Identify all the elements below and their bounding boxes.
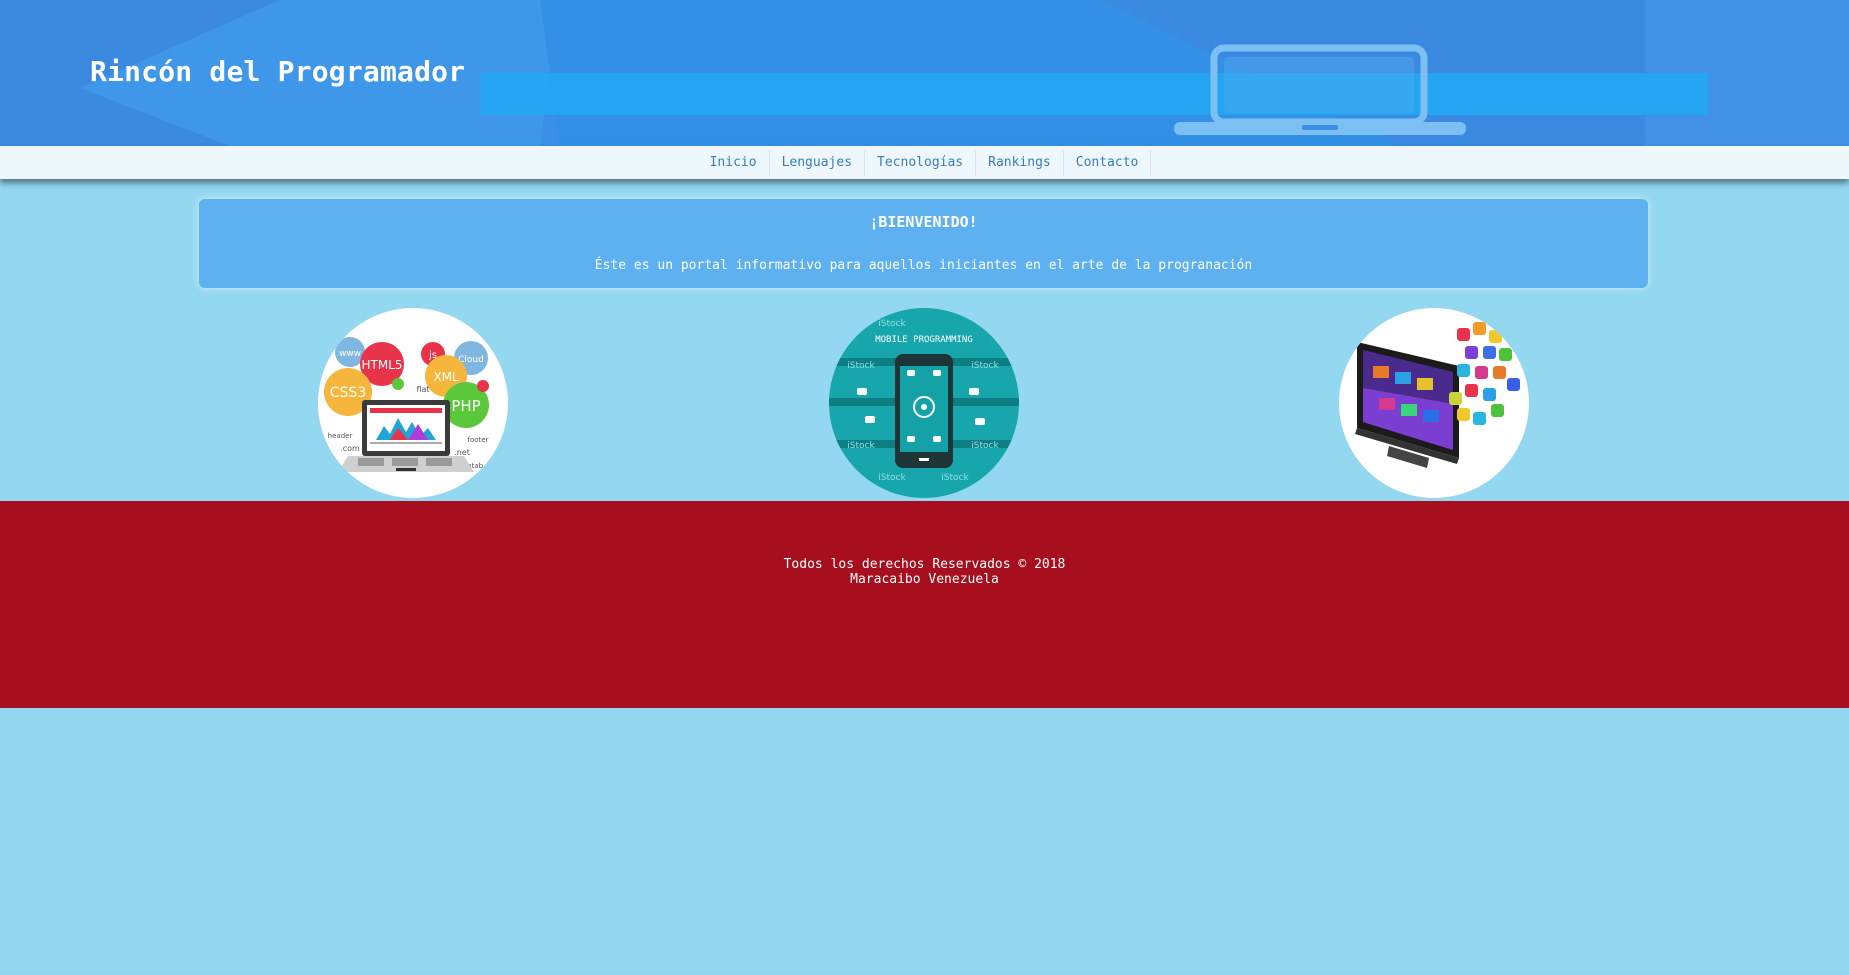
- tag-css3: CSS3: [330, 385, 366, 401]
- footer-location: Maracaibo Venezuela: [850, 572, 999, 587]
- nav-item-tecnologias[interactable]: Tecnologías: [865, 149, 977, 176]
- site-footer: Todos los derechos Reservados © 2018 Mar…: [0, 501, 1849, 708]
- tag-com: .com: [340, 444, 360, 453]
- banner-strip: [481, 73, 1708, 115]
- laptop-icon: [1174, 44, 1466, 135]
- tag-php: PHP: [451, 397, 480, 415]
- tag-header: header: [328, 432, 353, 440]
- nav-item-contacto[interactable]: Contacto: [1064, 149, 1152, 176]
- watermark-7: iStock: [941, 473, 969, 483]
- technology-apps-image[interactable]: [1339, 308, 1529, 498]
- nav-item-inicio[interactable]: Inicio: [698, 149, 770, 176]
- watermark-4: iStock: [847, 441, 875, 451]
- tag-xml: XML: [433, 370, 459, 384]
- main-navigation: Inicio Lenguajes Tecnologías Rankings Co…: [0, 146, 1849, 179]
- nav-list: Inicio Lenguajes Tecnologías Rankings Co…: [698, 149, 1152, 176]
- mobile-programming-image[interactable]: MOBILE PROGRAMMING iStock iStock iStock …: [829, 308, 1019, 498]
- watermark-3: iStock: [971, 361, 999, 371]
- watermark-2: iStock: [847, 361, 875, 371]
- tag-www: www: [339, 349, 361, 359]
- welcome-panel: ¡BIENVENIDO! Éste es un portal informati…: [199, 199, 1648, 288]
- mobile-heading: MOBILE PROGRAMMING: [875, 335, 973, 345]
- site-title[interactable]: Rincón del Programador: [90, 55, 465, 88]
- watermark-1: iStock: [878, 319, 906, 329]
- watermark-5: iStock: [971, 441, 999, 451]
- tag-footer: footer: [468, 436, 489, 444]
- welcome-text: Éste es un portal informativo para aquel…: [594, 258, 1253, 273]
- header-banner: Rincón del Programador: [0, 0, 1849, 146]
- mobile-programming-illustration: MOBILE PROGRAMMING iStock iStock iStock …: [829, 319, 1019, 483]
- web-development-illustration: www HTML5 js Cloud CSS3 XML PHP flat hea…: [324, 337, 489, 472]
- watermark-6: iStock: [878, 473, 906, 483]
- nav-item-lenguajes[interactable]: Lenguajes: [770, 149, 866, 176]
- web-development-image[interactable]: www HTML5 js Cloud CSS3 XML PHP flat hea…: [318, 308, 508, 498]
- footer-copyright: Todos los derechos Reservados © 2018: [783, 557, 1066, 572]
- welcome-title: ¡BIENVENIDO!: [869, 213, 978, 231]
- technology-apps-illustration: [1355, 322, 1520, 468]
- nav-item-rankings[interactable]: Rankings: [976, 149, 1064, 176]
- tag-flat: flat: [416, 385, 429, 394]
- tag-html5: HTML5: [361, 358, 402, 372]
- tag-net: .net: [454, 448, 470, 457]
